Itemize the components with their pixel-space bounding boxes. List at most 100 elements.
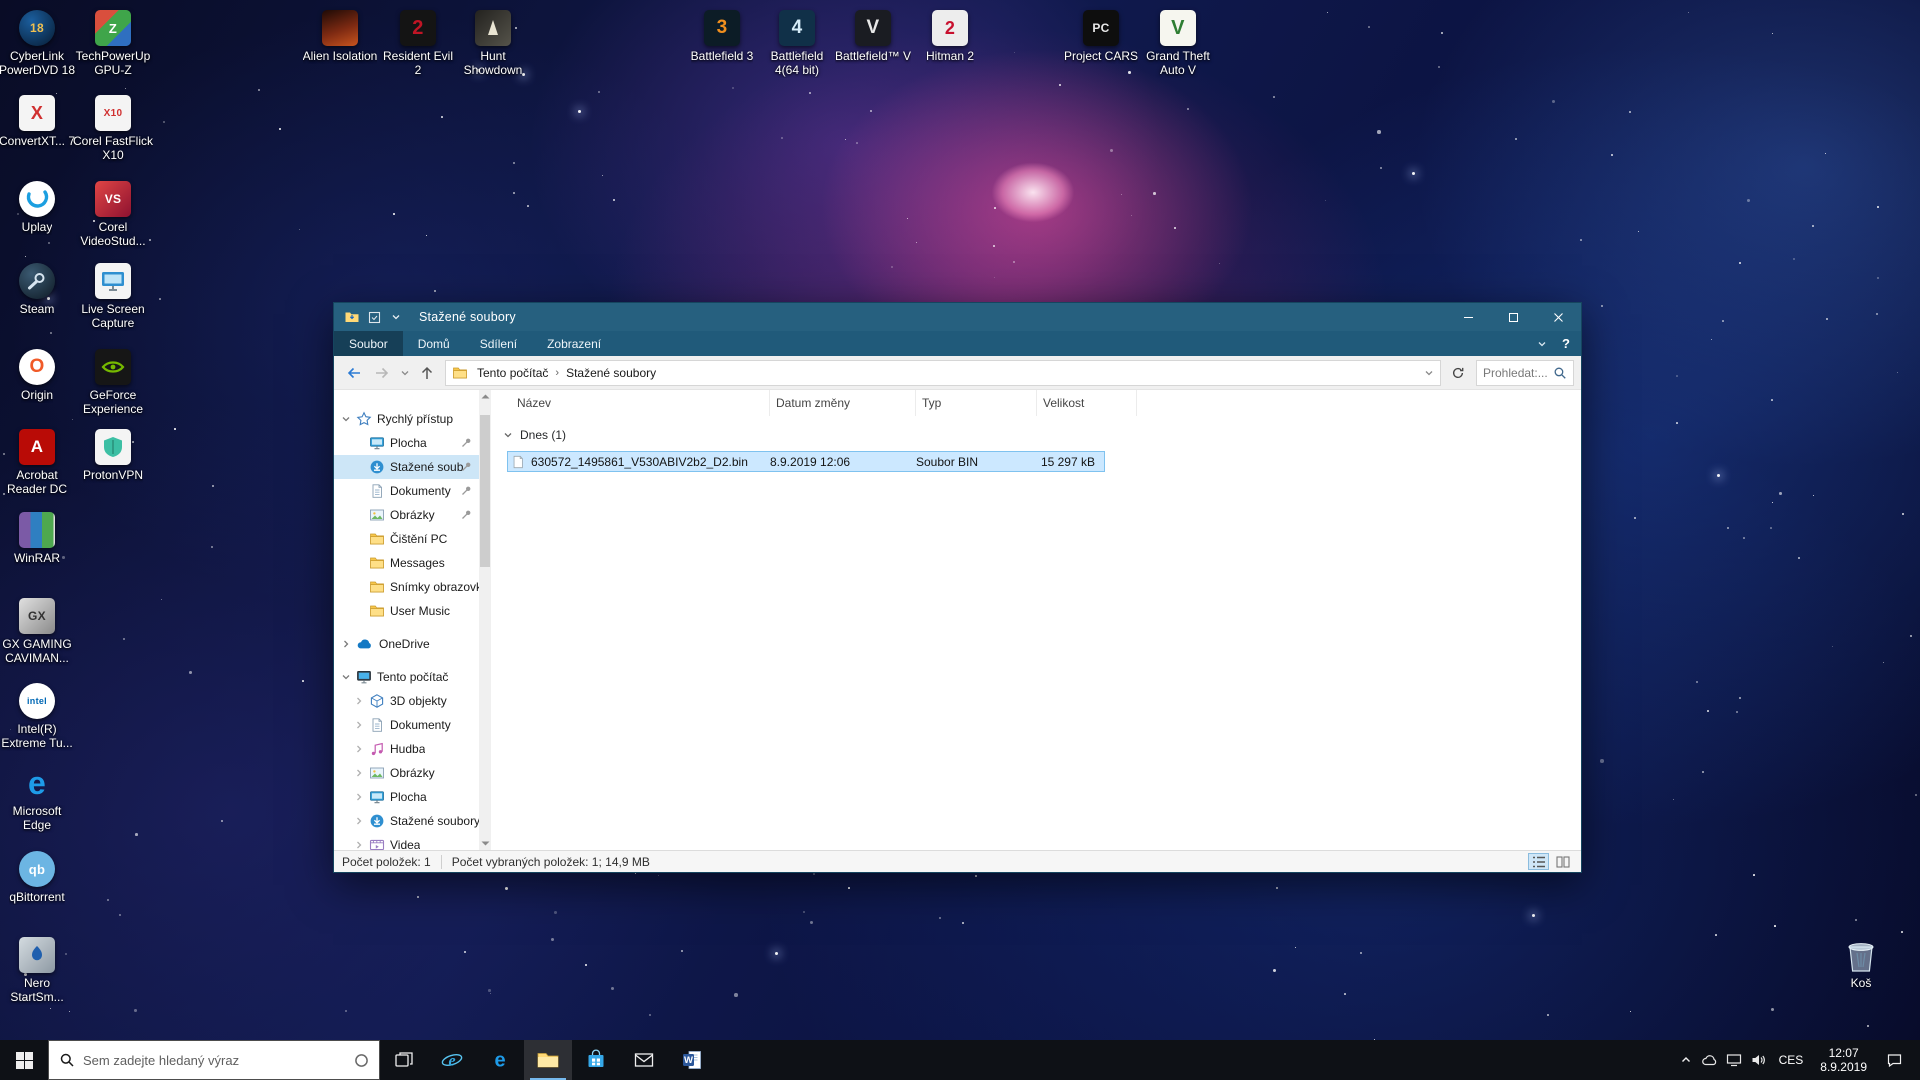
desktop-icon-battlefield-4-64-bit[interactable]: 4Battlefield 4(64 bit) xyxy=(757,10,837,78)
desktop-icon-corel-fastflick-x10[interactable]: X10Corel FastFlick X10 xyxy=(73,95,153,163)
desktop-icon-alien-isolation[interactable]: Alien Isolation xyxy=(300,10,380,64)
scrollbar-thumb[interactable] xyxy=(480,415,490,567)
tray-clock[interactable]: 12:07 8.9.2019 xyxy=(1812,1040,1875,1080)
column-header-datum-zm-ny[interactable]: Datum změny xyxy=(770,390,916,416)
breadcrumb-item-sta-en-soubory[interactable]: Stažené soubory xyxy=(561,366,661,380)
ribbon-tab-sd-len[interactable]: Sdílení xyxy=(465,331,532,356)
desktop-icon-techpowerup-gpu-z[interactable]: ZTechPowerUp GPU-Z xyxy=(73,10,153,78)
desktop-icon-resident-evil-2[interactable]: 2Resident Evil 2 xyxy=(378,10,458,78)
taskbar-app-microsoft-edge[interactable]: e xyxy=(476,1040,524,1080)
desktop-icon-uplay[interactable]: Uplay xyxy=(0,181,77,235)
sidebar-item-dokumenty[interactable]: Dokumenty xyxy=(334,713,479,737)
desktop-icon-project-cars[interactable]: PCProject CARS xyxy=(1061,10,1141,64)
group-collapse-chevron-icon[interactable] xyxy=(503,430,513,440)
chevron-right-icon[interactable] xyxy=(354,840,364,850)
desktop-icon-nero-startsm[interactable]: Nero StartSm... xyxy=(0,937,77,1005)
taskbar-app-mail[interactable] xyxy=(620,1040,668,1080)
sidebar-item-i-t-n-pc[interactable]: Čištění PC xyxy=(334,527,479,551)
close-button[interactable] xyxy=(1536,303,1581,331)
chevron-right-icon[interactable] xyxy=(354,816,364,826)
taskbar-app-file-explorer[interactable] xyxy=(524,1040,572,1080)
sidebar-item-sta-en-soubory[interactable]: Stažené soubory xyxy=(334,809,479,833)
minimize-button[interactable] xyxy=(1446,303,1491,331)
desktop-icon-battlefield-v[interactable]: VBattlefield™ V xyxy=(833,10,913,64)
sidebar-item-user-music[interactable]: User Music xyxy=(334,599,479,623)
desktop-icon-winrar[interactable]: WinRAR xyxy=(0,512,77,566)
titlebar[interactable]: Stažené soubory xyxy=(334,303,1581,331)
desktop-icon-battlefield-3[interactable]: 3Battlefield 3 xyxy=(682,10,762,64)
chevron-right-icon[interactable] xyxy=(354,744,364,754)
explorer-search-box[interactable] xyxy=(1476,360,1574,386)
help-icon[interactable]: ? xyxy=(1562,337,1570,350)
language-indicator[interactable]: CES xyxy=(1770,1040,1813,1080)
up-button[interactable] xyxy=(414,360,440,386)
refresh-button[interactable] xyxy=(1446,360,1470,386)
sidebar-section-rychl-p-stup[interactable]: Rychlý přístup xyxy=(334,407,479,431)
recent-locations-chevron-icon[interactable] xyxy=(397,360,412,386)
scroll-up-icon[interactable] xyxy=(479,390,491,403)
desktop-icon-convertxt-7[interactable]: XConvertXT... 7 xyxy=(0,95,77,149)
expand-ribbon-chevron-icon[interactable] xyxy=(1537,339,1547,349)
desktop-icon-geforce-experience[interactable]: GeForce Experience xyxy=(73,349,153,417)
tray-onedrive-button[interactable] xyxy=(1698,1040,1722,1080)
taskbar-app-internet-explorer[interactable]: e xyxy=(428,1040,476,1080)
address-dropdown-chevron-icon[interactable] xyxy=(1424,368,1434,378)
thumbnails-view-button[interactable] xyxy=(1552,853,1573,870)
taskbar-app-task-view[interactable] xyxy=(380,1040,428,1080)
tray-volume-button[interactable] xyxy=(1746,1040,1770,1080)
details-view-button[interactable] xyxy=(1528,853,1549,870)
taskbar-app-word[interactable]: W xyxy=(668,1040,716,1080)
ribbon-tab-dom[interactable]: Domů xyxy=(403,331,465,356)
chevron-right-icon[interactable] xyxy=(354,696,364,706)
sidebar-item-plocha[interactable]: Plocha xyxy=(334,785,479,809)
sidebar-item-obr-zky[interactable]: Obrázky xyxy=(334,761,479,785)
cortana-icon[interactable] xyxy=(354,1053,369,1068)
desktop-icon-intel-r-extreme-tu[interactable]: intelIntel(R) Extreme Tu... xyxy=(0,683,77,751)
desktop-icon-live-screen-capture[interactable]: Live Screen Capture xyxy=(73,263,153,331)
column-header-typ[interactable]: Typ xyxy=(916,390,1037,416)
qat-properties-icon[interactable] xyxy=(363,306,385,328)
maximize-button[interactable] xyxy=(1491,303,1536,331)
sidebar-item-obr-zky[interactable]: Obrázky xyxy=(334,503,479,527)
ribbon-tab-soubor[interactable]: Soubor xyxy=(334,331,403,356)
desktop-icon-origin[interactable]: OOrigin xyxy=(0,349,77,403)
tray-network-button[interactable] xyxy=(1722,1040,1746,1080)
sidebar-item-messages[interactable]: Messages xyxy=(334,551,479,575)
sidebar-item-3d-objekty[interactable]: 3D objekty xyxy=(334,689,479,713)
desktop-icon-grand-theft-auto-v[interactable]: VGrand Theft Auto V xyxy=(1138,10,1218,78)
desktop-icon-protonvpn[interactable]: ProtonVPN xyxy=(73,429,153,483)
tray-hidden-icons-button[interactable] xyxy=(1674,1040,1698,1080)
chevron-right-icon[interactable] xyxy=(354,792,364,802)
sidebar-item-hudba[interactable]: Hudba xyxy=(334,737,479,761)
sidebar-item-sta-en-soub[interactable]: Stažené soub xyxy=(334,455,479,479)
sidebar-section-onedrive[interactable]: OneDrive xyxy=(334,632,479,656)
group-header[interactable]: Dnes (1) xyxy=(503,428,1581,442)
notification-center-button[interactable] xyxy=(1875,1040,1913,1080)
chevron-down-icon[interactable] xyxy=(341,672,351,682)
file-row-630572-1495861-v530abiv2b2-d2-bin[interactable]: 630572_1495861_V530ABIV2b2_D2.bin8.9.201… xyxy=(507,451,1105,472)
desktop-icon-cyberlink-powerdvd-18[interactable]: 18CyberLink PowerDVD 18 xyxy=(0,10,77,78)
start-button[interactable] xyxy=(0,1040,48,1080)
desktop-icon-acrobat-reader-dc[interactable]: AAcrobat Reader DC xyxy=(0,429,77,497)
column-header-velikost[interactable]: Velikost xyxy=(1037,390,1137,416)
desktop-icon-corel-videostud[interactable]: VSCorel VideoStud... xyxy=(73,181,153,249)
desktop-icon-microsoft-edge[interactable]: eMicrosoft Edge xyxy=(0,765,77,833)
forward-button[interactable] xyxy=(369,360,395,386)
column-header-n-zev[interactable]: Název xyxy=(517,390,770,416)
desktop-icon-steam[interactable]: Steam xyxy=(0,263,77,317)
desktop-icon-hunt-showdown[interactable]: Hunt Showdown xyxy=(453,10,533,78)
address-bar[interactable]: Tento počítač›Stažené soubory xyxy=(445,360,1441,386)
desktop-icon-hitman-2[interactable]: 2Hitman 2 xyxy=(910,10,990,64)
chevron-right-icon[interactable] xyxy=(354,720,364,730)
qat-customize-chevron-icon[interactable] xyxy=(385,306,407,328)
desktop-icon-ko[interactable]: Koš xyxy=(1821,937,1901,991)
breadcrumb-item-tento-po-ta[interactable]: Tento počítač xyxy=(472,366,553,380)
ribbon-tab-zobrazen[interactable]: Zobrazení xyxy=(532,331,616,356)
explorer-search-input[interactable] xyxy=(1483,366,1553,380)
desktop-icon-qbittorrent[interactable]: qbqBittorrent xyxy=(0,851,77,905)
taskbar-search-box[interactable] xyxy=(48,1040,380,1080)
sidebar-section-tento-po-ta[interactable]: Tento počítač xyxy=(334,665,479,689)
sidebar-item-videa[interactable]: Videa xyxy=(334,833,479,850)
sidebar-item-plocha[interactable]: Plocha xyxy=(334,431,479,455)
scrollbar-track[interactable] xyxy=(479,403,491,837)
